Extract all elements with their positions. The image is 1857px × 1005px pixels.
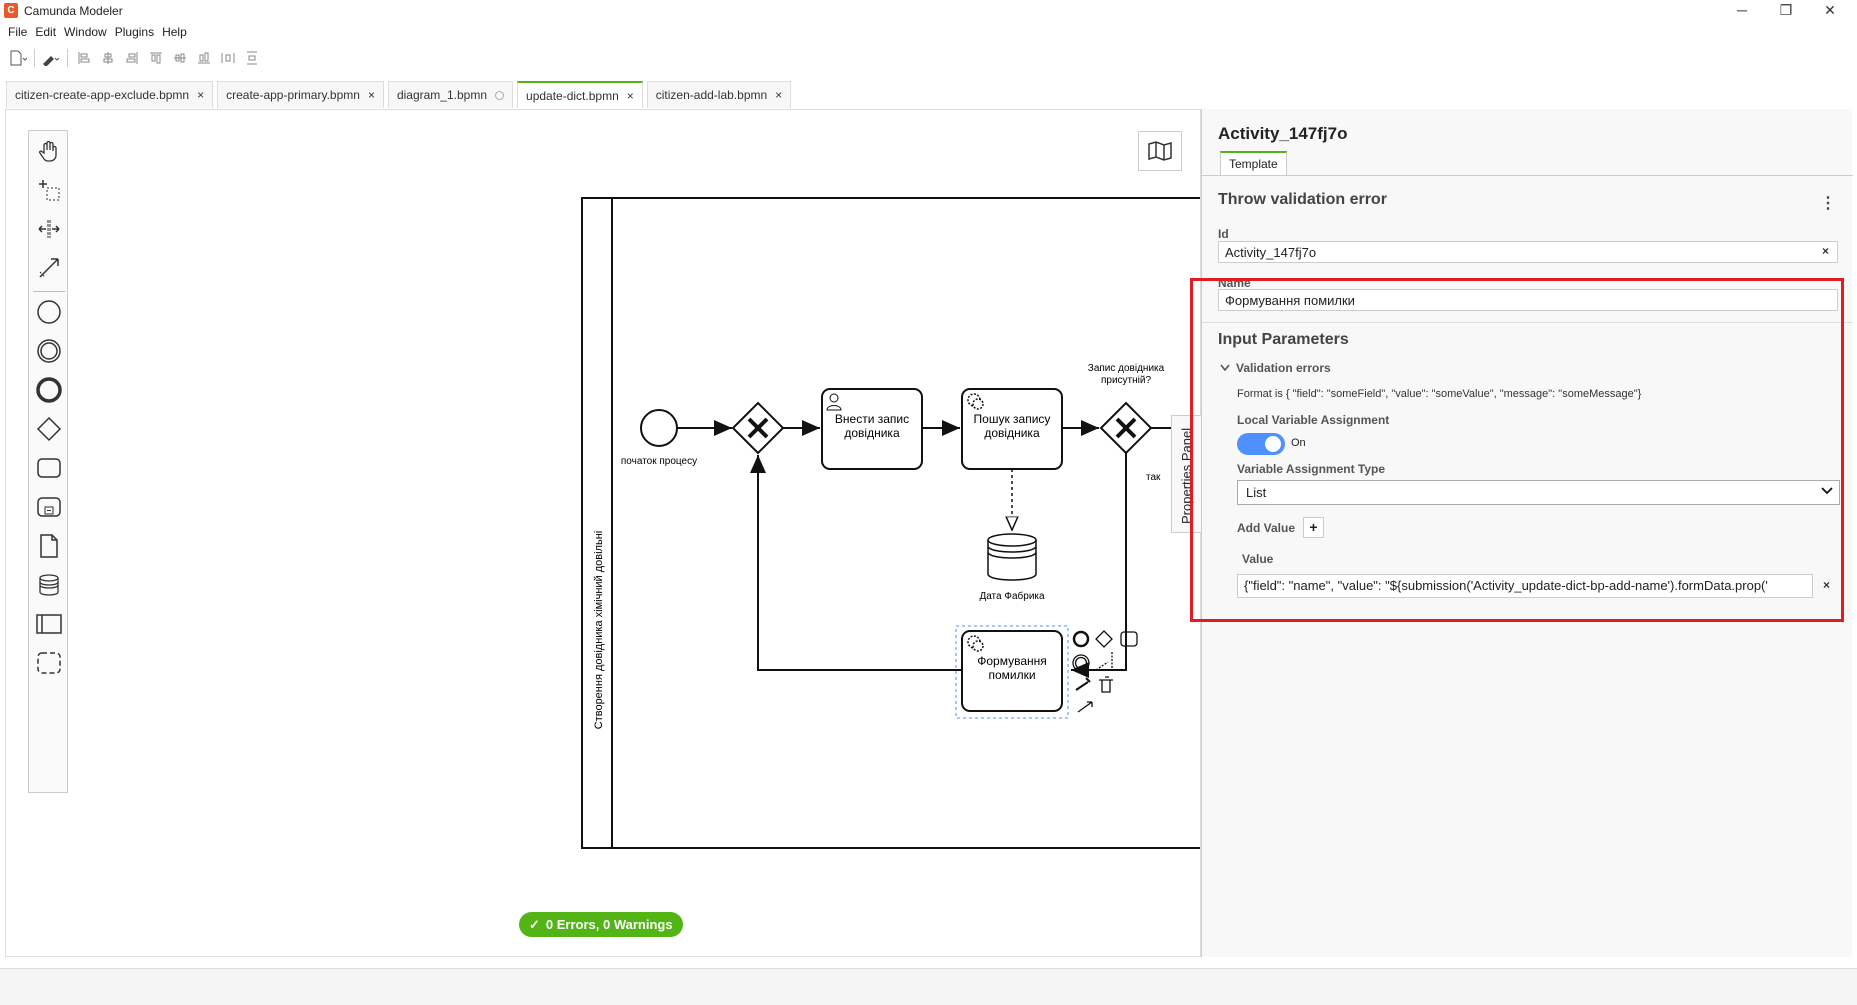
camunda-logo-icon: C xyxy=(4,3,18,18)
maximize-button[interactable]: ❐ xyxy=(1764,0,1808,22)
toolbar xyxy=(6,46,264,70)
id-field[interactable]: Activity_147fj7o xyxy=(1218,241,1838,263)
tab-underline xyxy=(1202,175,1853,176)
menu-edit[interactable]: Edit xyxy=(33,22,62,42)
menu-file[interactable]: File xyxy=(6,22,33,42)
tab-label: citizen-add-lab.bpmn xyxy=(655,88,768,102)
start-event[interactable] xyxy=(640,409,678,447)
service-task-label: Пошук запису довідника xyxy=(974,412,1051,440)
new-file-icon[interactable] xyxy=(6,47,30,69)
user-task-label: Внести запис довідника xyxy=(835,412,909,440)
status-bar xyxy=(0,968,1857,1005)
toolbar-divider xyxy=(34,49,35,67)
unsaved-dot-icon[interactable] xyxy=(495,90,505,100)
check-icon: ✓ xyxy=(529,916,540,932)
clear-id-icon[interactable]: × xyxy=(1822,244,1829,258)
align-center-icon[interactable] xyxy=(96,47,120,69)
more-options-icon[interactable]: ⋮ xyxy=(1820,193,1836,213)
lint-status-text: 0 Errors, 0 Warnings xyxy=(545,917,673,932)
app-title: Camunda Modeler xyxy=(24,4,123,18)
data-store-label: Дата Фабрика xyxy=(979,590,1045,602)
element-title: Activity_147fj7o xyxy=(1218,124,1348,143)
start-event-label: початок процесу xyxy=(621,456,697,467)
gateway-label: Запис довідника присутній? xyxy=(1088,363,1165,386)
tab-close-icon[interactable]: × xyxy=(197,88,204,102)
distribute-horizontal-icon[interactable] xyxy=(216,47,240,69)
title-bar: C Camunda Modeler ─ ❐ ✕ xyxy=(0,0,1857,22)
tab-close-icon[interactable]: × xyxy=(775,88,782,102)
tab-label: create-app-primary.bpmn xyxy=(226,88,360,102)
bpmn-canvas[interactable]: Створення довідника хімічний довільні по… xyxy=(5,109,1201,957)
lint-status-badge[interactable]: ✓ 0 Errors, 0 Warnings xyxy=(519,912,683,937)
menu-bar: File Edit Window Plugins Help xyxy=(0,22,193,42)
exclusive-gateway[interactable] xyxy=(1099,401,1153,455)
align-left-icon[interactable] xyxy=(72,47,96,69)
tab-label: update-dict.bpmn xyxy=(526,88,619,103)
tab-close-icon[interactable]: × xyxy=(627,89,634,103)
pool[interactable] xyxy=(581,197,1201,849)
bpmn-diagram: Створення довідника хімічний довільні по… xyxy=(581,197,1201,849)
align-right-icon[interactable] xyxy=(120,47,144,69)
align-top-icon[interactable] xyxy=(144,47,168,69)
menu-window[interactable]: Window xyxy=(62,22,113,42)
align-middle-icon[interactable] xyxy=(168,47,192,69)
data-store[interactable] xyxy=(987,533,1037,581)
file-tab[interactable]: diagram_1.bpmn xyxy=(387,81,514,108)
tab-label: diagram_1.bpmn xyxy=(396,88,488,102)
pool-label: Створення довідника хімічний довільні xyxy=(593,531,605,730)
file-tab[interactable]: citizen-add-lab.bpmn × xyxy=(646,81,792,108)
tab-close-icon[interactable]: × xyxy=(368,88,375,102)
close-window-button[interactable]: ✕ xyxy=(1808,0,1852,22)
menu-plugins[interactable]: Plugins xyxy=(113,22,160,42)
id-label: Id xyxy=(1218,227,1229,241)
file-tabs: citizen-create-app-exclude.bpmn × create… xyxy=(6,81,795,108)
context-pad[interactable] xyxy=(1072,630,1138,713)
minimize-button[interactable]: ─ xyxy=(1720,0,1764,22)
file-tab[interactable]: create-app-primary.bpmn × xyxy=(217,81,384,108)
tab-label: citizen-create-app-exclude.bpmn xyxy=(15,88,190,102)
file-tab-active[interactable]: update-dict.bpmn × xyxy=(517,81,643,108)
exclusive-gateway[interactable] xyxy=(731,401,785,455)
section-title: Throw validation error xyxy=(1218,191,1387,208)
toolbar-divider xyxy=(67,49,68,67)
flow-label-yes: так xyxy=(1146,472,1161,483)
distribute-vertical-icon[interactable] xyxy=(240,47,264,69)
highlight-box xyxy=(1190,278,1844,622)
edit-tool-icon[interactable] xyxy=(39,47,63,69)
file-tab[interactable]: citizen-create-app-exclude.bpmn × xyxy=(6,81,214,108)
align-bottom-icon[interactable] xyxy=(192,47,216,69)
menu-help[interactable]: Help xyxy=(160,22,193,42)
tab-template[interactable]: Template xyxy=(1220,151,1287,175)
